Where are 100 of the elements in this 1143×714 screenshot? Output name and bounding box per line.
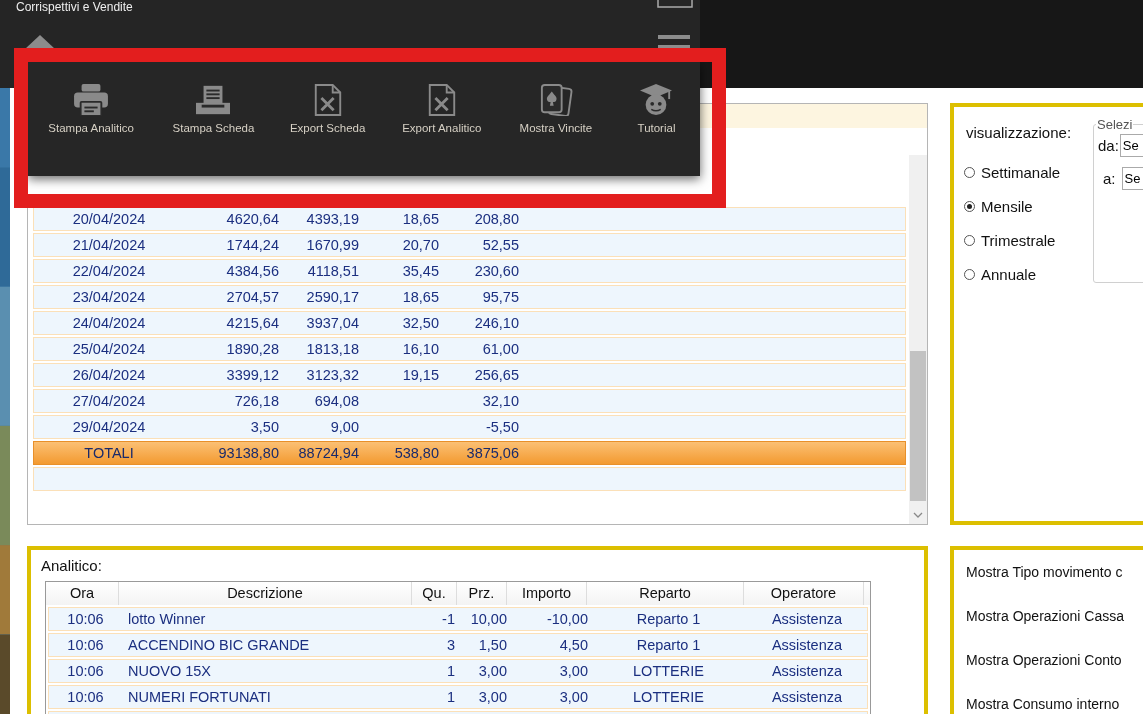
table-cell: 32,50 [402,315,439,331]
table-cell-text: 22/04/2024 [71,263,147,279]
column-header[interactable]: Importo [507,582,587,605]
radio-option[interactable]: Mensile [964,189,1089,223]
radio-button[interactable] [964,166,975,178]
table-cell: 694,08 [314,393,359,409]
table-row[interactable]: 10:06 NUOVO 15X 1 3,00 3,00 LOTTERIE Assistenza [48,659,868,683]
table-row[interactable]: 10:06 lotto Winner -1 10,00 -10,00 Reparto 1 Assistenza [48,607,868,631]
table-cell: 10,00 [470,611,507,627]
table-cell: 9,00 [330,419,359,435]
table-cell: 32,10 [482,393,519,409]
menu-item[interactable]: Export Analitico [384,84,499,144]
table-cell: 20,70 [402,237,439,253]
table-cell: 3,50 [250,419,279,435]
radio-button[interactable] [964,234,975,246]
menu-item[interactable]: Stampa Scheda [156,84,271,144]
table-cell: 3,00 [478,689,507,705]
table-cell: 208,80 [474,211,519,227]
table-cell: LOTTERIE [633,689,704,705]
table-cell: 52,55 [482,237,519,253]
radio-option[interactable]: Settimanale [964,155,1089,189]
filter-label[interactable]: Mostra Tipo movimento c [966,564,1143,584]
scroll-down-icon[interactable] [913,512,923,518]
table-cell: 1813,18 [306,341,359,357]
field-label: da: [1098,137,1119,154]
table-cell: lotto Winner [128,611,206,627]
table-cell: 1890,28 [226,341,279,357]
table-row[interactable]: 10:06 NUMERI FORTUNATI 1 3,00 3,00 LOTTERIE Assistenza [48,685,868,709]
table-cell: 18,65 [402,211,439,227]
menu-item[interactable]: Mostra Vincite [498,84,613,144]
window-icon[interactable] [657,0,693,8]
table-cell: 4118,51 [307,263,359,279]
table-row[interactable]: 27/04/2024 726,18 694,08 32,10 [33,389,906,413]
table-row[interactable]: 23/04/2024 2704,57 2590,17 18,65 95,75 [33,285,906,309]
table-cell-text: 20/04/2024 [71,211,147,227]
menu-item[interactable]: Tutorial [612,84,700,144]
table-cell: 230,60 [474,263,519,279]
menu-icon[interactable] [658,35,690,49]
table-cell: 10:06 [67,637,104,653]
table-cell: 2704,57 [226,289,279,305]
table-cell-text: 25/04/2024 [71,341,147,357]
table-cell: 3 [446,637,455,653]
table-cell: NUOVO 15X [128,663,211,679]
radio-button[interactable] [964,268,975,280]
radio-option[interactable]: Annuale [964,257,1089,291]
table-cell: Reparto 1 [636,611,701,627]
date-dropdown[interactable]: Se [1119,134,1143,157]
table-row[interactable]: 10:06 ACCENDINO BIC GRANDE 3 1,50 4,50 Reparto 1 Assistenza [48,633,868,657]
filter-label[interactable]: Mostra Operazioni Conto [966,652,1143,672]
table-cell: 95,75 [482,289,519,305]
table-cell: Assistenza [771,689,843,705]
table-row[interactable]: 20/04/2024 4620,64 4393,19 18,65 208,80 [33,207,906,231]
table-cell-text: 21/04/2024 [71,237,147,253]
table-row[interactable]: 29/04/2024 3,50 9,00 -5,50 [33,415,906,439]
table-cell: 93138,80 [218,445,279,461]
table-cell: ACCENDINO BIC GRANDE [128,637,310,653]
table-cell: 35,45 [402,263,439,279]
table-row[interactable]: 21/04/2024 1744,24 1670,99 20,70 52,55 [33,233,906,257]
table-cell-text: 26/04/2024 [71,367,147,383]
scrollbar-thumb[interactable] [910,351,926,501]
table-cell: 18,65 [402,289,439,305]
group-label: visualizzazione: [966,124,1073,141]
total-row[interactable]: TOTALI 93138,80 88724,94 538,80 3875,06 [33,441,906,465]
table-cell: -10,00 [546,611,588,627]
column-header[interactable]: Prz. [457,582,507,605]
table-row[interactable]: 25/04/2024 1890,28 1813,18 16,10 61,00 [33,337,906,361]
table-cell: -5,50 [485,419,519,435]
column-header[interactable]: Operatore [744,582,864,605]
table-cell: 61,00 [482,341,519,357]
table-cell: 1 [446,663,455,679]
menu-item[interactable]: Stampa Analitico [38,84,145,144]
table-row[interactable]: 22/04/2024 4384,56 4118,51 35,45 230,60 [33,259,906,283]
scrollbar[interactable] [909,155,927,524]
menu-item[interactable]: Export Scheda [270,84,385,144]
column-header[interactable]: Ora [46,582,119,605]
filter-label[interactable]: Mostra Consumo interno [966,696,1143,714]
table-cell: Assistenza [771,611,843,627]
date-dropdown[interactable]: Se [1121,167,1143,190]
table-cell: 4620,64 [226,211,279,227]
table-cell: 3937,04 [306,315,359,331]
table-cell-text: 29/04/2024 [71,419,147,435]
table-cell: 3123,32 [306,367,359,383]
column-header[interactable]: Reparto [587,582,744,605]
home-icon[interactable] [25,35,55,49]
table-cell-text: 24/04/2024 [71,315,147,331]
column-header[interactable]: Descrizione [119,582,412,605]
window-title: Corrispettivi e Vendite [16,0,133,14]
radio-option[interactable]: Trimestrale [964,223,1089,257]
table-cell: 19,15 [402,367,439,383]
column-header[interactable]: Qu. [412,582,457,605]
table-row[interactable]: 26/04/2024 3399,12 3123,32 19,15 256,65 [33,363,906,387]
radio-button[interactable] [964,200,975,212]
filter-label[interactable]: Mostra Operazioni Cassa [966,608,1143,628]
table-cell: 1670,99 [306,237,359,253]
section-title: Analitico: [41,557,103,574]
table-row[interactable]: 24/04/2024 4215,64 3937,04 32,50 246,10 [33,311,906,335]
table-cell: 3,00 [559,689,588,705]
receipt-printer-icon [196,84,231,116]
table-cell: 246,10 [474,315,519,331]
table-cell: -1 [442,611,455,627]
